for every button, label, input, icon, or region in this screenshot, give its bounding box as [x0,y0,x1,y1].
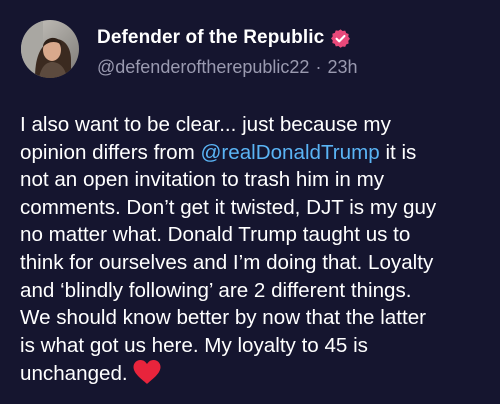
display-name[interactable]: Defender of the Republic [97,27,324,49]
post-line: think for ourselves and I’m doing that. … [20,250,434,274]
post-line: I also want to be clear... just because … [20,113,391,136]
post-line: unchanged. [20,359,488,387]
post-line: and ‘blindly following’ are 2 different … [20,278,412,302]
post-text-segment: opinion differs from [20,140,201,164]
mention-link[interactable]: @realDonaldTrump [200,141,379,164]
post-line: not an open invitation to trash him in m… [20,168,385,192]
post-line: comments. Don’t get it twisted, DJT is m… [20,195,437,219]
avatar[interactable] [21,20,79,78]
post-text-segment: unchanged. [20,362,128,386]
author-name-row: Defender of the Republic [97,25,351,51]
post-line: is what got us here. My loyalty to 45 is [20,333,368,357]
post-timestamp[interactable]: 23h [327,57,357,78]
post-card: Defender of the Republic @defenderofther… [0,0,500,404]
meta-separator: · [315,57,322,77]
verified-check-badge-icon [330,28,351,49]
post-line: We should know better by now that the la… [20,306,427,330]
post-line: no matter what. Donald Trump taught us t… [20,223,411,247]
post-line: opinion differs from @realDonaldTrump it… [20,139,488,167]
avatar-photo-icon [21,20,79,78]
red-heart-icon [132,359,162,385]
post-body: I also want to be clear... just because … [20,111,488,387]
post-text-segment: it is [379,140,417,164]
author-handle[interactable]: @defenderoftherepublic22 [97,57,309,78]
author-meta-row: @defenderoftherepublic22 · 23h [97,57,357,78]
